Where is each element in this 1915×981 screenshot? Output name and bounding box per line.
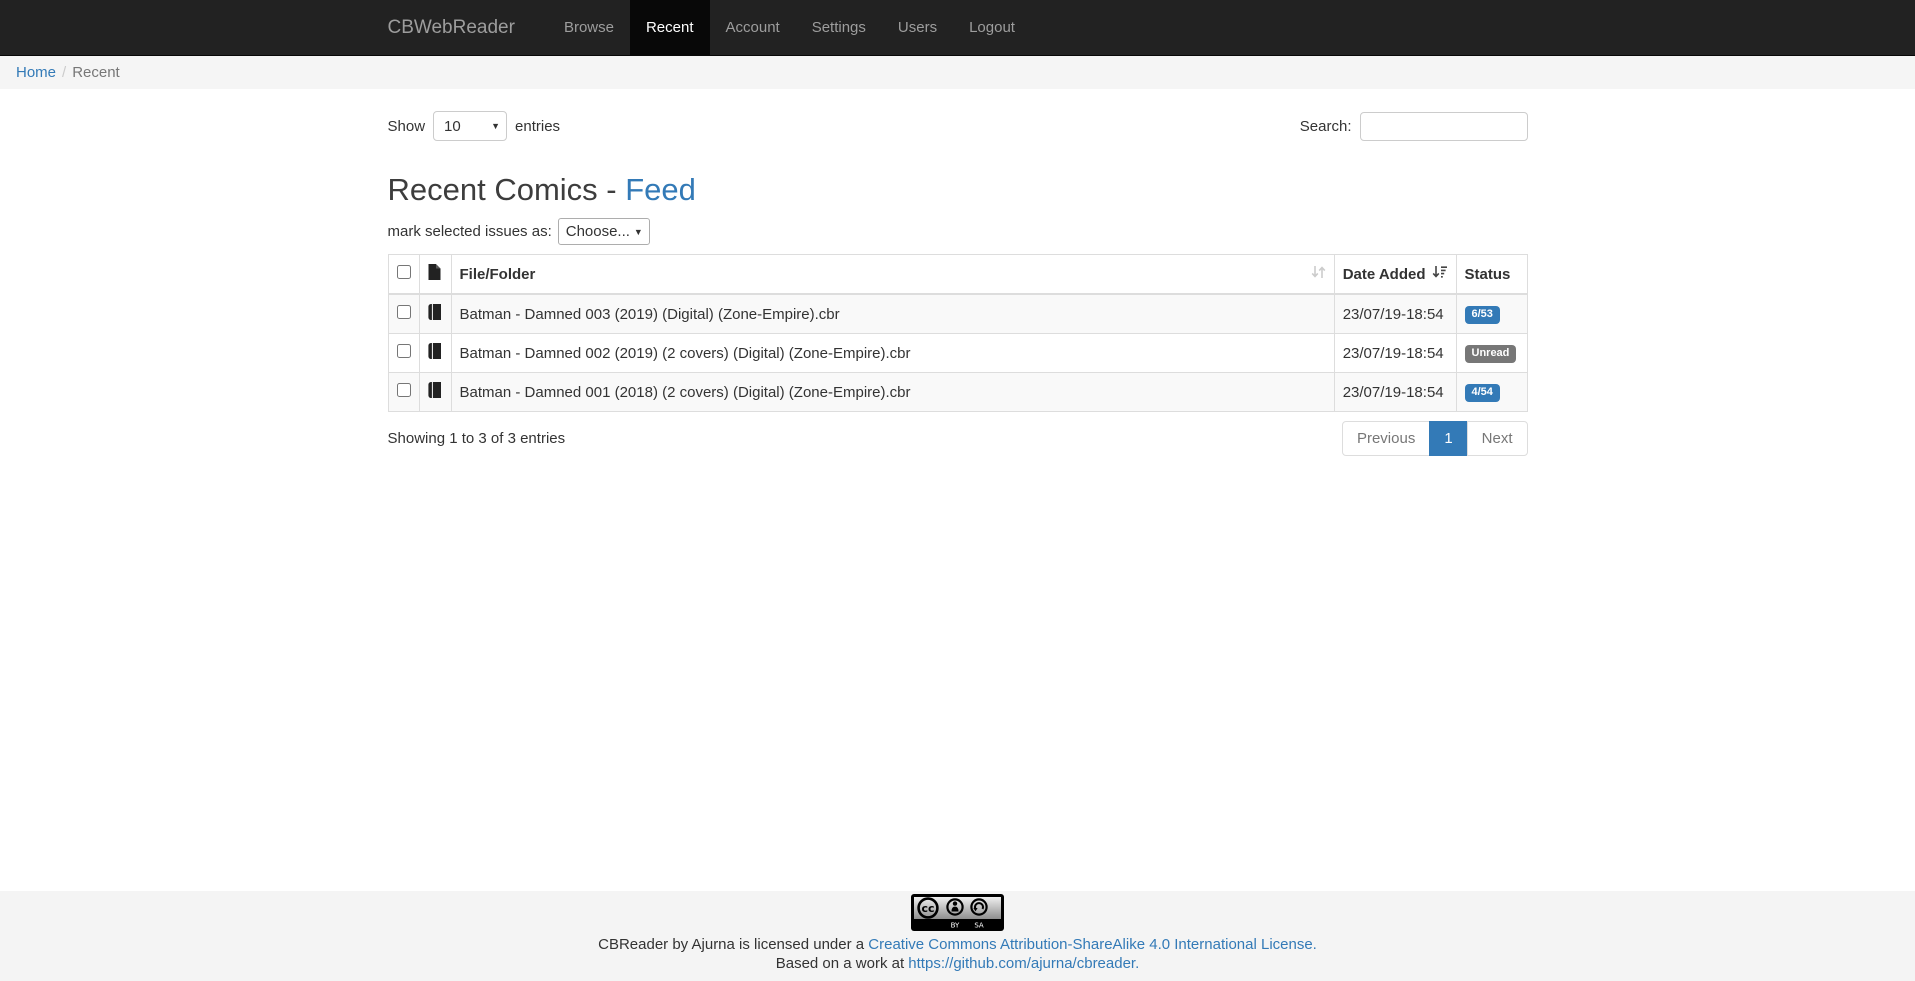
comic-file-link[interactable]: Batman - Damned 002 (2019) (2 covers) (D… [451, 334, 1334, 373]
date-added-cell: 23/07/19-18:54 [1334, 373, 1456, 412]
table-row: Batman - Damned 003 (2019) (Digital) (Zo… [388, 294, 1527, 334]
creative-commons-badge-icon[interactable]: cc BY SA [911, 894, 1004, 935]
status-badge: 6/53 [1465, 306, 1500, 324]
entries-label: entries [515, 118, 560, 135]
show-label: Show [388, 118, 426, 135]
mark-selected-label: mark selected issues as: [388, 223, 552, 240]
nav-item-users[interactable]: Users [882, 0, 953, 55]
breadcrumb: Home/Recent [0, 56, 1915, 89]
top-navbar: CBWebReader Browse Recent Account Settin… [0, 0, 1915, 56]
svg-text:cc: cc [921, 902, 934, 915]
comic-file-link[interactable]: Batman - Damned 001 (2018) (2 covers) (D… [451, 373, 1334, 412]
book-icon [428, 346, 442, 363]
sort-descending-icon [1432, 265, 1448, 283]
page-footer: cc BY SA CBReader by Ajurna is licensed … [0, 891, 1915, 981]
nav-item-browse[interactable]: Browse [548, 0, 630, 55]
svg-text:BY: BY [951, 922, 960, 930]
page-title-text: Recent Comics - [388, 172, 626, 207]
breadcrumb-home-link[interactable]: Home [16, 64, 56, 81]
search-input[interactable] [1360, 112, 1528, 141]
column-header-file-folder[interactable]: File/Folder [451, 255, 1334, 295]
source-text: Based on a work at [776, 955, 909, 972]
row-checkbox[interactable] [397, 305, 411, 319]
search-label: Search: [1300, 118, 1352, 135]
row-checkbox[interactable] [397, 344, 411, 358]
feed-link[interactable]: Feed [625, 172, 696, 207]
nav-item-account[interactable]: Account [710, 0, 796, 55]
pagination-next-button[interactable]: Next [1467, 421, 1528, 456]
sort-both-icon [1311, 265, 1326, 283]
nav-item-settings[interactable]: Settings [796, 0, 882, 55]
search-control: Search: [1300, 112, 1528, 141]
pagination-previous-button[interactable]: Previous [1342, 421, 1430, 456]
svg-text:SA: SA [974, 922, 984, 930]
table-row: Batman - Damned 001 (2018) (2 covers) (D… [388, 373, 1527, 412]
status-badge: 4/54 [1465, 384, 1500, 402]
main-content: Show 10 ▼ entries Search: Recent Comics … [0, 89, 1915, 891]
date-added-cell: 23/07/19-18:54 [1334, 334, 1456, 373]
license-text: CBReader by Ajurna is licensed under a [598, 936, 868, 953]
book-icon [428, 385, 442, 402]
brand-cbwebreader[interactable]: CBWebReader [388, 0, 530, 55]
book-icon [428, 307, 442, 324]
mark-selected-select[interactable]: Choose... [558, 218, 650, 245]
row-checkbox[interactable] [397, 383, 411, 397]
nav-item-logout[interactable]: Logout [953, 0, 1031, 55]
breadcrumb-current: Recent [72, 64, 120, 81]
license-link[interactable]: Creative Commons Attribution-ShareAlike … [868, 936, 1317, 953]
table-header-row: File/Folder Date Added [388, 255, 1527, 295]
comic-file-link[interactable]: Batman - Damned 003 (2019) (Digital) (Zo… [451, 294, 1334, 334]
license-line: CBReader by Ajurna is licensed under a C… [0, 935, 1915, 954]
column-header-status: Status [1456, 255, 1527, 295]
table-row: Batman - Damned 002 (2019) (2 covers) (D… [388, 334, 1527, 373]
nav-links: Browse Recent Account Settings Users Log… [548, 0, 1031, 55]
github-link[interactable]: https://github.com/ajurna/cbreader. [908, 955, 1139, 972]
breadcrumb-separator: / [56, 64, 72, 81]
page-length-control: Show 10 ▼ entries [388, 111, 561, 141]
page-title: Recent Comics - Feed [388, 172, 1528, 208]
date-added-cell: 23/07/19-18:54 [1334, 294, 1456, 334]
entries-summary: Showing 1 to 3 of 3 entries [388, 421, 566, 447]
recent-comics-table: File/Folder Date Added [388, 254, 1528, 412]
nav-item-recent[interactable]: Recent [630, 0, 710, 55]
file-type-icon [428, 267, 441, 284]
page-size-select[interactable]: 10 [433, 111, 507, 141]
pagination: Previous 1 Next [1342, 421, 1528, 456]
column-header-date-added[interactable]: Date Added [1334, 255, 1456, 295]
select-all-checkbox[interactable] [397, 265, 411, 279]
status-badge: Unread [1465, 345, 1517, 363]
source-line: Based on a work at https://github.com/aj… [0, 954, 1915, 973]
pagination-page-1-button[interactable]: 1 [1429, 421, 1467, 456]
